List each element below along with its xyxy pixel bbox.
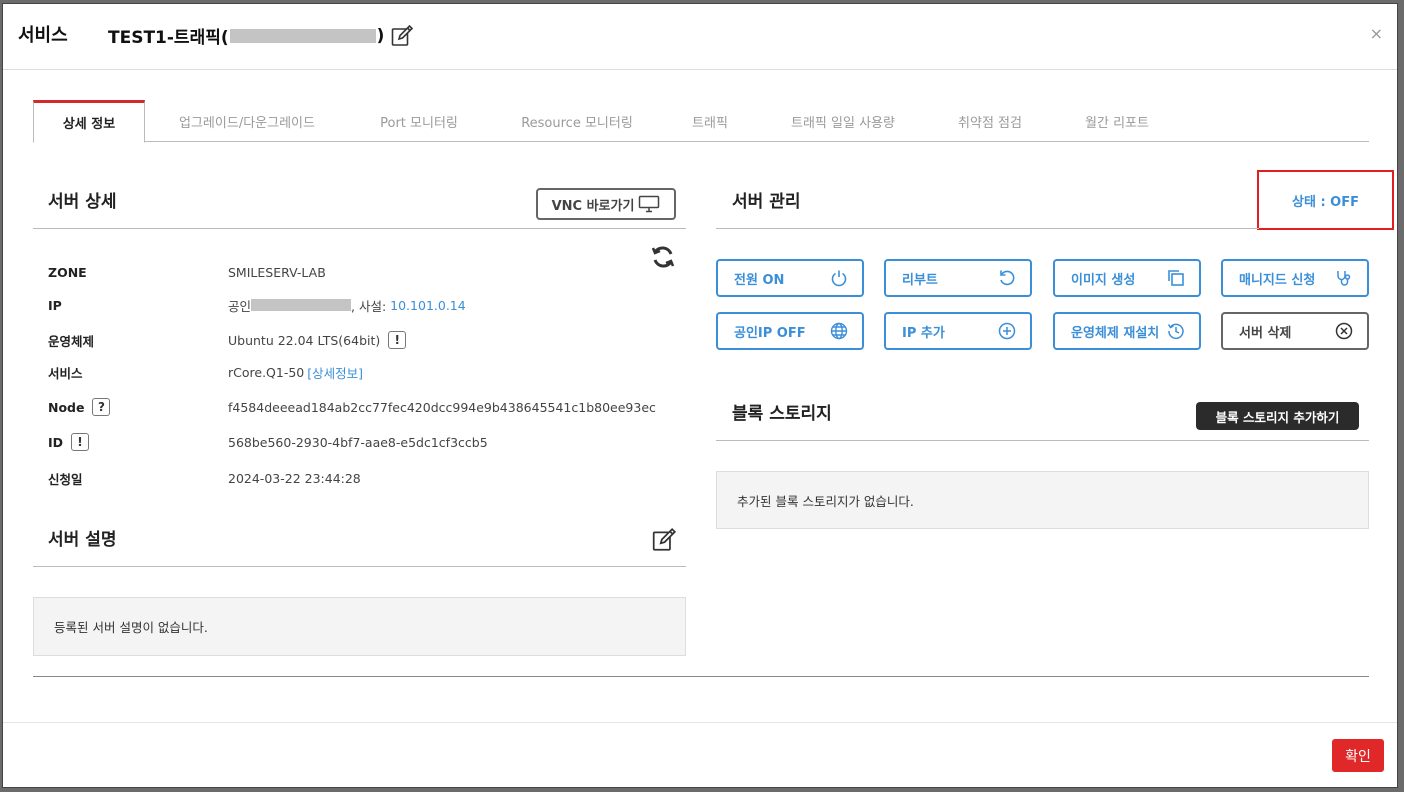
redacted-ip <box>251 299 352 311</box>
globe-icon <box>830 322 848 340</box>
power-on-button[interactable]: 전원 ON <box>716 259 864 297</box>
node-label: Node ? <box>48 398 228 416</box>
reinstall-os-label: 운영체제 재설치 <box>1071 325 1160 341</box>
service-value: rCore.Q1-50 [상세정보] <box>228 363 363 382</box>
created-value: 2024-03-22 23:44:28 <box>228 470 361 486</box>
tab-upgrade[interactable]: 업그레이드/다운그레이드 <box>145 100 349 142</box>
copy-icon <box>1168 270 1184 286</box>
ip-label: IP <box>48 297 62 313</box>
close-circle-icon <box>1335 322 1353 340</box>
close-icon[interactable]: × <box>1370 24 1383 43</box>
service-text: rCore.Q1-50 <box>228 364 305 380</box>
refresh-icon[interactable] <box>650 244 676 270</box>
id-info-badge[interactable]: ! <box>71 433 90 451</box>
server-name: TEST1-트래픽( ) <box>108 23 414 48</box>
os-value: Ubuntu 22.04 LTS(64bit) ! <box>228 331 407 349</box>
service-modal: 서비스 TEST1-트래픽( ) × 상세 정보 업그레이드/다운그레이드 Po… <box>2 3 1398 788</box>
tab-detail[interactable]: 상세 정보 <box>33 100 145 143</box>
ip-add-button[interactable]: IP 추가 <box>884 312 1032 350</box>
block-storage-empty: 추가된 블록 스토리지가 없습니다. <box>716 471 1369 529</box>
zone-label: ZONE <box>48 264 87 280</box>
os-text: Ubuntu 22.04 LTS(64bit) <box>228 332 381 348</box>
row-service: 서비스 rCore.Q1-50 [상세정보] <box>48 362 363 382</box>
row-os: 운영체제 Ubuntu 22.04 LTS(64bit) ! <box>48 330 407 350</box>
id-label-text: ID <box>48 434 64 450</box>
row-zone: ZONE SMILESERV-LAB <box>48 262 326 282</box>
tab-bar: 상세 정보 업그레이드/다운그레이드 Port 모니터링 Resource 모니… <box>33 100 1369 143</box>
service-detail-link[interactable]: [상세정보] <box>307 363 363 382</box>
undo-icon <box>1000 270 1015 286</box>
public-ip-off-button[interactable]: 공인IP OFF <box>716 312 864 350</box>
ip-add-label: IP 추가 <box>902 325 945 341</box>
history-icon <box>1167 323 1184 340</box>
delete-server-label: 서버 삭제 <box>1239 325 1292 341</box>
delete-server-button[interactable]: 서버 삭제 <box>1221 312 1369 350</box>
create-image-button[interactable]: 이미지 생성 <box>1053 259 1201 297</box>
server-name-suffix: ) <box>376 25 385 46</box>
modal-header: 서비스 TEST1-트래픽( ) × <box>3 4 1397 70</box>
footer-divider <box>3 722 1397 723</box>
server-detail-title: 서버 상세 <box>48 192 117 212</box>
created-label: 신청일 <box>48 471 83 487</box>
reboot-label: 리부트 <box>902 272 938 288</box>
vnc-label: VNC 바로가기 <box>551 198 635 214</box>
node-value: f4584deeead184ab2cc77fec420dcc994e9b4386… <box>228 399 656 415</box>
power-icon <box>831 270 847 287</box>
managed-request-button[interactable]: 매니지드 신청 <box>1221 259 1369 297</box>
create-image-label: 이미지 생성 <box>1071 272 1136 288</box>
tab-monthly-report[interactable]: 월간 리포트 <box>1049 100 1185 142</box>
tab-vulnerability[interactable]: 취약점 점검 <box>931 100 1049 142</box>
ip-value: 공인 , 사설: 10.101.0.14 <box>228 296 466 315</box>
divider <box>33 566 686 567</box>
edit-desc-icon[interactable] <box>651 527 677 553</box>
node-label-text: Node <box>48 399 85 415</box>
stethoscope-icon <box>1337 271 1351 286</box>
server-desc-empty: 등록된 서버 설명이 없습니다. <box>33 597 686 656</box>
divider <box>33 228 686 229</box>
server-mgmt-title: 서버 관리 <box>732 192 801 212</box>
reinstall-os-button[interactable]: 운영체제 재설치 <box>1053 312 1201 350</box>
edit-name-icon[interactable] <box>390 24 414 48</box>
private-ip: 10.101.0.14 <box>390 297 466 313</box>
divider <box>716 228 1259 229</box>
server-name-prefix: TEST1-트래픽( <box>108 28 229 48</box>
tab-port-monitoring[interactable]: Port 모니터링 <box>349 100 489 142</box>
tab-resource-monitoring[interactable]: Resource 모니터링 <box>489 100 665 142</box>
id-label: ID ! <box>48 433 228 451</box>
managed-request-label: 매니지드 신청 <box>1239 272 1316 288</box>
os-info-badge[interactable]: ! <box>388 331 407 349</box>
row-ip: IP 공인 , 사설: 10.101.0.14 <box>48 295 466 315</box>
vnc-button[interactable]: VNC 바로가기 <box>536 188 676 220</box>
node-help-badge[interactable]: ? <box>92 398 111 416</box>
row-id: ID ! 568be560-2930-4bf7-aae8-e5dc1cf3ccb… <box>48 432 488 452</box>
plus-circle-icon <box>998 322 1016 340</box>
service-label: 서비스 <box>48 365 83 381</box>
row-created: 신청일 2024-03-22 23:44:28 <box>48 468 361 488</box>
add-block-storage-button[interactable]: 블록 스토리지 추가하기 <box>1196 402 1359 430</box>
private-ip-prefix: , 사설: <box>351 298 391 314</box>
public-ip-off-label: 공인IP OFF <box>734 325 806 341</box>
os-label: 운영체제 <box>48 333 95 349</box>
tab-traffic[interactable]: 트래픽 <box>665 100 755 142</box>
row-node: Node ? f4584deeead184ab2cc77fec420dcc994… <box>48 397 656 417</box>
reboot-button[interactable]: 리부트 <box>884 259 1032 297</box>
status-badge: 상태 : OFF <box>1257 170 1394 230</box>
tab-traffic-daily[interactable]: 트래픽 일일 사용량 <box>755 100 931 142</box>
public-ip-prefix: 공인 <box>228 298 252 314</box>
divider <box>716 440 1369 441</box>
monitor-icon <box>639 195 660 213</box>
id-value: 568be560-2930-4bf7-aae8-e5dc1cf3ccb5 <box>228 434 488 450</box>
redacted-text <box>229 28 376 43</box>
modal-title: 서비스 <box>18 25 68 46</box>
divider <box>33 676 1369 677</box>
server-desc-title: 서버 설명 <box>48 530 117 550</box>
block-storage-title: 블록 스토리지 <box>732 404 832 424</box>
power-on-label: 전원 ON <box>734 272 785 288</box>
confirm-button[interactable]: 확인 <box>1332 739 1384 772</box>
zone-value: SMILESERV-LAB <box>228 264 326 280</box>
